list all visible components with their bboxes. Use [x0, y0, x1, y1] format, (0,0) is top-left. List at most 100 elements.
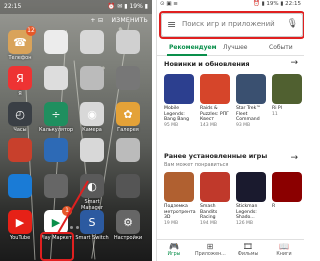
bottom-navigation: 🎮 Игры ⊞ Приложен... 🎞 Фильмы 📖 Книги [157, 239, 304, 261]
app-label: Камера [82, 127, 102, 133]
blank-icon [80, 30, 104, 54]
app-label: Калькулятор [39, 127, 74, 133]
blank-icon [80, 66, 104, 90]
calculator-icon: ÷ [51, 107, 61, 121]
search-highlight [159, 11, 304, 39]
app-icon[interactable]: ⚙ [116, 210, 140, 234]
app-thumbnail [272, 172, 302, 202]
app-card[interactable]: R [272, 172, 302, 210]
top-tabs: Рекомендуем Лучшее Событи [157, 40, 304, 56]
blank-icon [44, 138, 68, 162]
blank-icon [116, 138, 140, 162]
app-size: 95 MB [164, 122, 179, 128]
app-card[interactable]: Raids & Puzzles: РПГ Квест 143 MB [200, 74, 230, 128]
clock-icon: ◴ [15, 107, 25, 121]
app-name: Star Trek™ Fleet Command [236, 106, 261, 122]
app-icon[interactable] [44, 138, 68, 162]
app-size: 93 MB [236, 122, 251, 128]
app-icon[interactable] [8, 174, 32, 198]
yandex-icon: Я [16, 71, 24, 85]
status-time: 22:15 [4, 3, 22, 10]
home-screen: 22:15 ⏰ ✉ ▮ 19% ▮ + ⊟ ИЗМЕНИТЬ ☎ Телефон Я… [0, 0, 152, 261]
app-card[interactable]: Подземка метротрента 3D 19 MB [164, 172, 196, 226]
nav-books[interactable]: 📖 Книги [269, 242, 299, 257]
app-icon[interactable]: Я [8, 66, 32, 90]
camera-icon: ◉ [87, 107, 97, 121]
app-icon[interactable] [44, 66, 68, 90]
app-label: Настройки [113, 235, 143, 241]
app-card[interactable]: Mobile Legends: Bang Bang 95 MB [164, 74, 194, 128]
gallery-icon: ✿ [123, 107, 133, 121]
app-size: 143 MB [200, 122, 217, 128]
blank-icon [116, 66, 140, 90]
app-name: Подземка метротрента 3D [164, 204, 196, 220]
smart-switch-icon: S [88, 215, 96, 229]
app-icon[interactable]: ✿ [116, 102, 140, 126]
blank-icon [116, 30, 140, 54]
app-thumbnail [164, 74, 194, 104]
app-icon[interactable]: ◉ [80, 102, 104, 126]
tab-events[interactable]: Событи [269, 44, 293, 51]
play-store-highlight [40, 232, 74, 261]
app-icon[interactable] [80, 66, 104, 90]
book-icon: 📖 [279, 242, 289, 251]
blank-icon [44, 174, 68, 198]
edit-button[interactable]: ИЗМЕНИТЬ [112, 17, 148, 24]
app-size: 126 MB [236, 220, 253, 226]
apps-icon: ⊞ [206, 242, 214, 251]
app-icon[interactable] [116, 174, 140, 198]
status-bar: 22:15 ⏰ ✉ ▮ 19% ▮ [0, 0, 152, 14]
app-label: Галерея [117, 127, 139, 133]
app-icon[interactable] [116, 30, 140, 54]
app-name: Mobile Legends: Bang Bang [164, 106, 190, 122]
app-name: R [272, 204, 276, 209]
app-thumbnail [164, 172, 194, 202]
blank-icon [8, 138, 32, 162]
blank-icon [80, 138, 104, 162]
section-more-arrow[interactable]: → [290, 58, 298, 68]
app-label: Smart Switch [75, 235, 109, 241]
app-thumbnail [236, 172, 266, 202]
app-icon[interactable] [116, 66, 140, 90]
notification-badge: 12 [26, 26, 36, 36]
film-icon: 🎞 [242, 242, 254, 251]
app-card[interactable]: Stickman Legends: Shado... 126 MB [236, 172, 266, 226]
blank-icon [44, 66, 68, 90]
active-tab-indicator [167, 54, 207, 56]
status-icons: ⊙ ▣ ≡ [160, 1, 178, 7]
app-label: YouTube [9, 235, 31, 241]
app-icon[interactable] [80, 30, 104, 54]
app-icon[interactable] [44, 174, 68, 198]
nav-movies[interactable]: 🎞 Фильмы [233, 242, 263, 257]
app-icon[interactable]: ▶ [8, 210, 32, 234]
nav-apps[interactable]: ⊞ Приложен... [195, 242, 226, 257]
app-icon[interactable] [44, 30, 68, 54]
section-more-arrow[interactable]: → [290, 153, 298, 163]
blank-icon [8, 174, 32, 198]
app-icon[interactable]: ÷ [44, 102, 68, 126]
app-icon[interactable]: S [80, 210, 104, 234]
app-icon[interactable] [116, 138, 140, 162]
nav-games[interactable]: 🎮 Игры [159, 242, 189, 257]
home-edit-actions: + ⊟ ИЗМЕНИТЬ [84, 17, 148, 24]
add-button[interactable]: + ⊟ [90, 17, 103, 24]
blank-icon [44, 30, 68, 54]
app-size: 194 MB [200, 220, 217, 226]
app-thumbnail [200, 74, 230, 104]
app-card[interactable]: Ri Pl 11 [272, 74, 302, 117]
app-name: Stickman Legends: Shado... [236, 204, 258, 220]
app-icon[interactable] [80, 138, 104, 162]
app-card[interactable]: Smash Bandits Racing 194 MB [200, 172, 230, 226]
app-size: 11 [272, 111, 278, 117]
blank-icon [116, 174, 140, 198]
tab-recommended[interactable]: Рекомендуем [169, 44, 217, 51]
status-indicators: ⏰ ▮ 19% ▮ 22:15 [253, 1, 301, 7]
app-card[interactable]: Star Trek™ Fleet Command 93 MB [236, 74, 266, 128]
section-title: Ранее установленные игры [164, 152, 268, 160]
app-icon[interactable]: ◴ [8, 102, 32, 126]
section-subtitle: Вам может понравиться [164, 162, 229, 168]
app-icon[interactable] [8, 138, 32, 162]
tab-top-charts[interactable]: Лучшее [223, 44, 247, 51]
app-name: Raids & Puzzles: РПГ Квест [200, 106, 229, 122]
app-name: Smash Bandits Racing [200, 204, 218, 220]
